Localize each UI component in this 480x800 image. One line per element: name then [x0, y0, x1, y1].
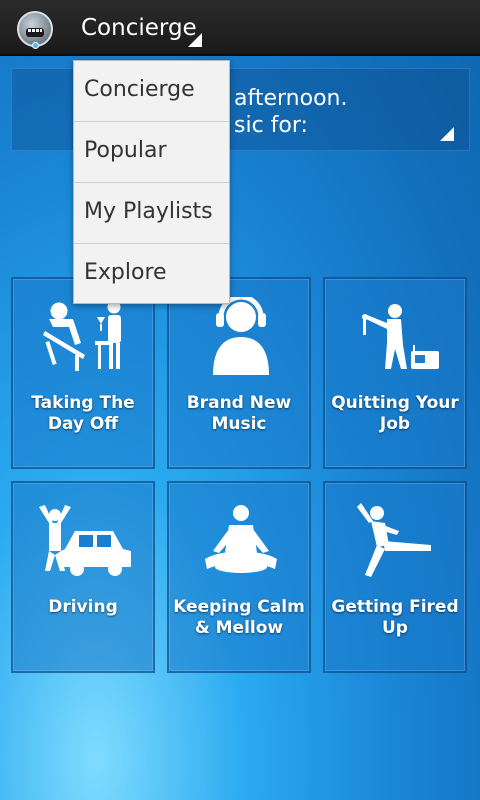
- dropdown-item-concierge[interactable]: Concierge: [74, 61, 229, 122]
- tile-label: Brand New Music: [186, 393, 292, 434]
- tile-label: Getting Fired Up: [331, 597, 459, 638]
- tile-getting-fired-up[interactable]: Getting Fired Up: [323, 481, 467, 673]
- dropdown-item-explore[interactable]: Explore: [74, 244, 229, 305]
- tile-label: Keeping Calm & Mellow: [173, 597, 305, 638]
- car-cheer-icon: [39, 505, 131, 576]
- golfer-radio-icon: [362, 304, 439, 369]
- lounger-with-waiter-icon: [43, 300, 121, 371]
- dropdown-item-label: Concierge: [84, 77, 195, 102]
- tile-driving[interactable]: Driving: [11, 481, 155, 673]
- dropdown-item-label: My Playlists: [84, 199, 213, 224]
- tile-taking-the-day-off[interactable]: Taking The Day Off: [11, 277, 155, 469]
- meditating-person-icon: [205, 505, 277, 573]
- activity-selector-corner-icon: [440, 127, 454, 141]
- logo-teeth: [28, 29, 42, 32]
- tile-label: Quitting Your Job: [331, 393, 459, 434]
- tile-label: Taking The Day Off: [31, 393, 135, 434]
- greeting-line-1: afternoon.: [234, 86, 348, 111]
- logo-drop: [32, 42, 39, 49]
- tile-quitting-your-job[interactable]: Quitting Your Job: [323, 277, 467, 469]
- action-bar: Concierge: [0, 0, 480, 56]
- navigation-dropdown: Concierge Popular My Playlists Explore: [73, 60, 230, 304]
- dropdown-item-label: Popular: [84, 138, 167, 163]
- tile-label: Driving: [48, 597, 118, 617]
- app-logo-icon[interactable]: [17, 11, 53, 49]
- dropdown-item-my-playlists[interactable]: My Playlists: [74, 183, 229, 244]
- nav-title: Concierge: [81, 15, 197, 41]
- tile-brand-new-music[interactable]: Brand New Music: [167, 277, 311, 469]
- dropdown-item-label: Explore: [84, 260, 167, 285]
- navigation-spinner[interactable]: Concierge: [72, 0, 208, 56]
- greeting-line-2: sic for:: [234, 113, 308, 138]
- dropdown-item-popular[interactable]: Popular: [74, 122, 229, 183]
- spinner-corner-icon: [188, 33, 202, 47]
- tile-keeping-calm-and-mellow[interactable]: Keeping Calm & Mellow: [167, 481, 311, 673]
- kicking-person-icon: [357, 503, 431, 577]
- headphones-person-icon: [213, 297, 269, 375]
